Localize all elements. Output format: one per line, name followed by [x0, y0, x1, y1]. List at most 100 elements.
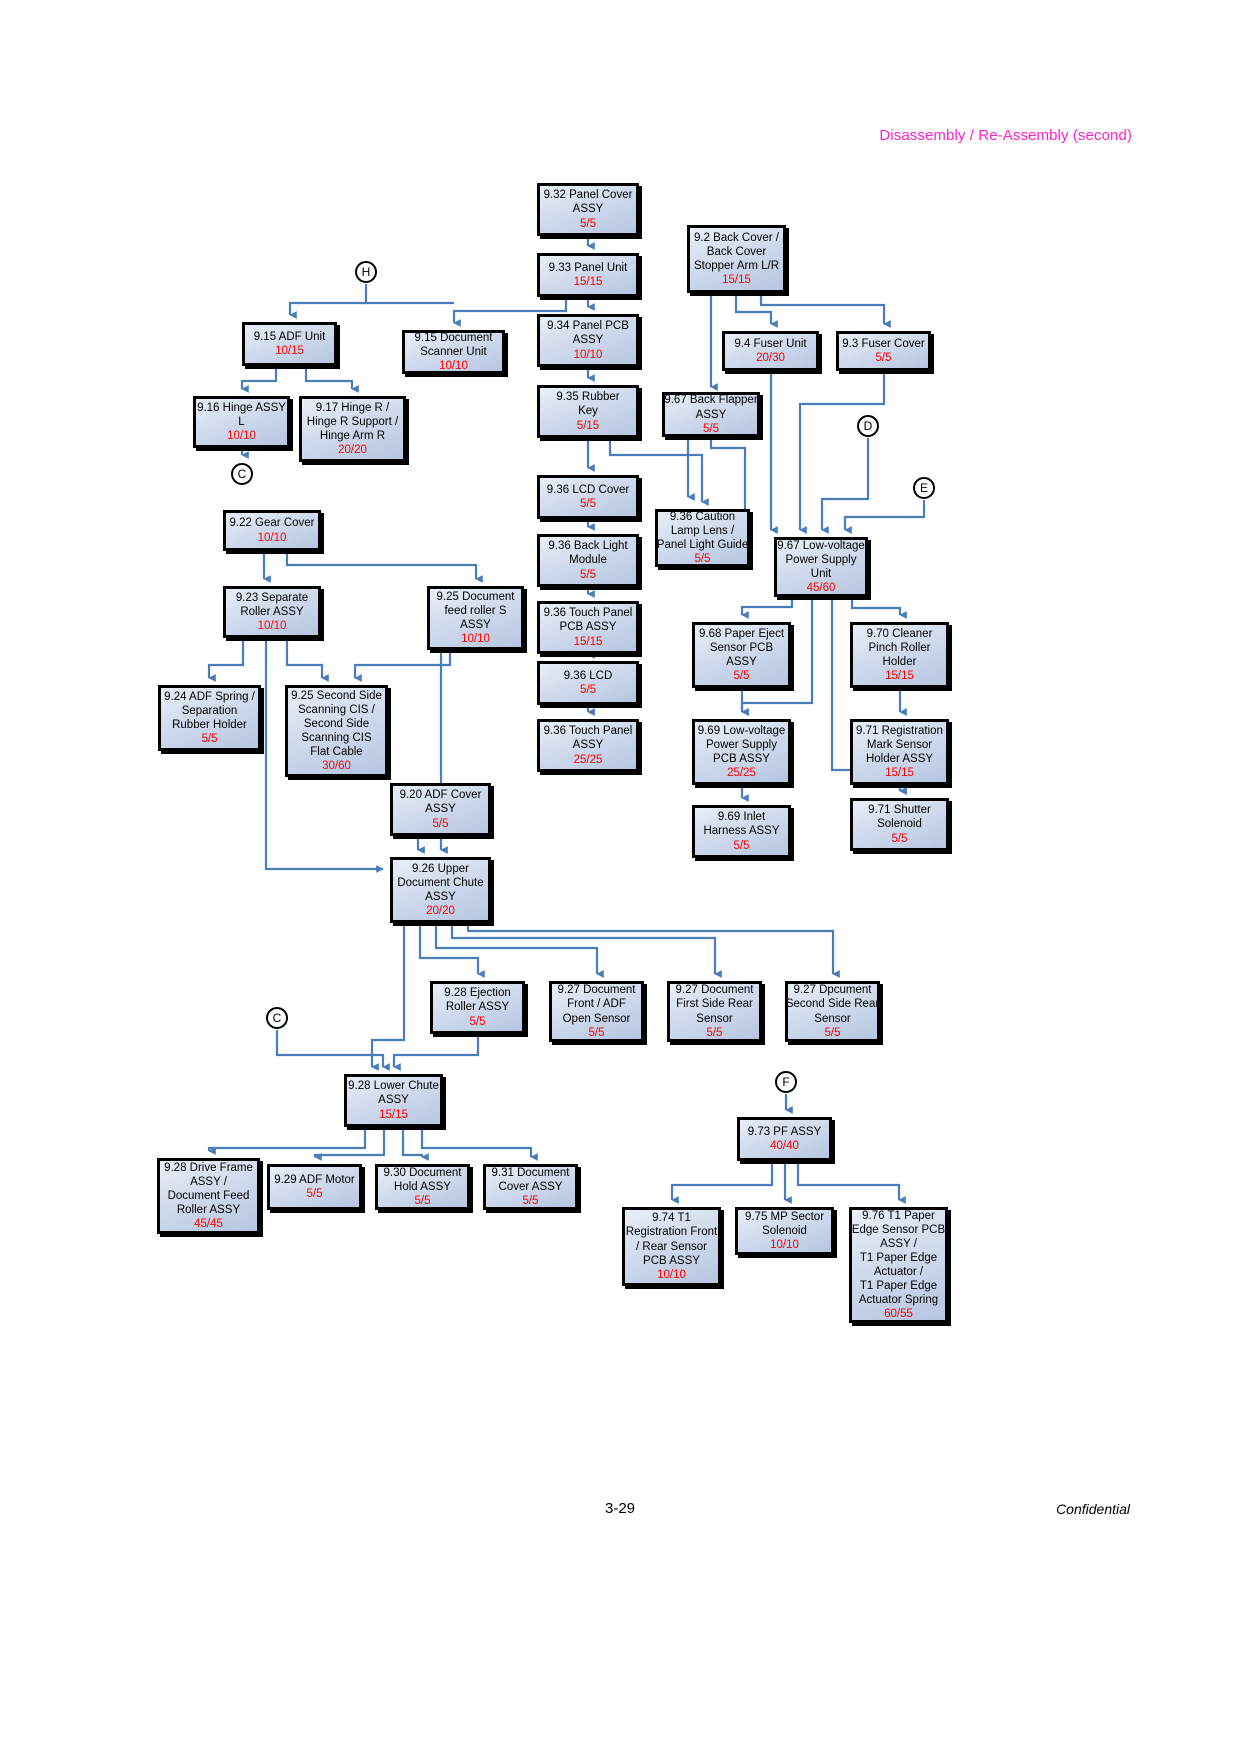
node-label-line: 9.25 Second Side	[291, 689, 382, 702]
connector-circle-C_top[interactable]: C	[231, 463, 253, 485]
node-label-line: 9.36 Back Light	[548, 540, 628, 553]
node-n92[interactable]: 9.2 Back Cover / Back Cover Stopper Arm L/…	[687, 225, 786, 293]
node-label-line: Roller ASSY	[176, 1204, 241, 1217]
node-label-line: 9.36 Caution	[669, 510, 736, 523]
node-n925doc[interactable]: 9.25 Document feed roller S ASSY 10/10	[427, 586, 524, 650]
node-label-line: 9.71 Shutter	[868, 804, 931, 817]
node-n935[interactable]: 9.35 Rubber Key 5/15	[537, 385, 639, 438]
node-n929[interactable]: 9.29 ADF Motor 5/5	[267, 1164, 362, 1210]
node-n927fr[interactable]: 9.27 Document Front / ADF Open Sensor 5/5	[549, 981, 644, 1042]
node-quantity: 5/5	[580, 568, 596, 581]
node-n916[interactable]: 9.16 Hinge ASSY L 10/10	[193, 396, 290, 448]
node-n928lc[interactable]: 9.28 Lower Chute ASSY 15/15	[344, 1074, 443, 1127]
node-quantity: 5/5	[891, 832, 908, 845]
node-label-line: 9.23 Separate	[235, 591, 309, 604]
node-label-line: Actuator /	[873, 1266, 924, 1278]
node-n936lcdc[interactable]: 9.36 LCD Cover 5/5	[537, 475, 639, 519]
connector-circle-H[interactable]: H	[355, 261, 377, 283]
node-n968[interactable]: 9.68 Paper Eject Sensor PCB ASSY 5/5	[692, 622, 791, 688]
node-n915doc[interactable]: 9.15 Document Scanner Unit 10/10	[402, 330, 505, 374]
node-n974[interactable]: 9.74 T1 Registration Front / Rear Sensor PC…	[622, 1207, 721, 1286]
node-n920[interactable]: 9.20 ADF Cover ASSY 5/5	[390, 783, 491, 836]
node-n936tp[interactable]: 9.36 Touch Panel PCB ASSY 15/15	[537, 601, 639, 654]
node-label-line: PCB ASSY	[643, 1254, 700, 1267]
node-quantity: 5/5	[522, 1195, 539, 1208]
node-n936cl[interactable]: 9.36 Caution Lamp Lens / Panel Light Guide…	[655, 509, 750, 567]
connector-circle-D[interactable]: D	[857, 415, 879, 437]
node-n923[interactable]: 9.23 Separate Roller ASSY 10/10	[223, 586, 321, 638]
node-quantity: 15/15	[573, 635, 603, 648]
node-n973[interactable]: 9.73 PF ASSY 40/40	[737, 1117, 832, 1161]
node-label-line: 9.35 Rubber	[556, 391, 620, 404]
node-n926[interactable]: 9.26 Upper Document Chute ASSY 20/20	[390, 857, 491, 923]
node-label-line: 9.15 Document	[414, 331, 493, 344]
node-label-line: Actuator Spring	[858, 1294, 939, 1307]
node-label-line: 9.24 ADF Spring /	[164, 690, 255, 703]
node-n930[interactable]: 9.30 Document Hold ASSY 5/5	[375, 1164, 470, 1210]
node-n917[interactable]: 9.17 Hinge R / Hinge R Support / Hinge Arm…	[299, 396, 406, 462]
node-label-line: 9.32 Panel Cover	[543, 189, 633, 202]
node-label-line: 9.17 Hinge R /	[315, 401, 390, 414]
node-n932[interactable]: 9.32 Panel Cover ASSY 5/5	[537, 183, 639, 236]
node-label-line: Scanning CIS /	[298, 703, 375, 716]
node-n969inl[interactable]: 9.69 Inlet Harness ASSY 5/5	[692, 805, 791, 858]
node-label-line: Hinge Arm R	[319, 430, 386, 442]
node-label-line: Hinge R Support /	[306, 415, 399, 428]
connector-circle-E[interactable]: E	[913, 477, 935, 499]
node-n936bl[interactable]: 9.36 Back Light Module 5/5	[537, 534, 639, 587]
node-n924[interactable]: 9.24 ADF Spring / Separation Rubber Holder…	[158, 685, 261, 751]
node-n976[interactable]: 9.76 T1 Paper Edge Sensor PCB ASSY / T1 Pap…	[849, 1207, 948, 1323]
node-label-line: 9.26 Upper	[412, 862, 469, 875]
node-label-line: 9.36 Touch Panel	[543, 725, 633, 738]
node-n922[interactable]: 9.22 Gear Cover 10/10	[223, 510, 321, 551]
node-quantity: 10/10	[461, 633, 490, 646]
node-quantity: 5/5	[580, 498, 596, 510]
node-quantity: 10/10	[573, 348, 603, 361]
node-quantity: 5/5	[733, 670, 750, 683]
node-n975[interactable]: 9.75 MP Sector Solenoid 10/10	[735, 1207, 834, 1255]
node-n971reg[interactable]: 9.71 Registration Mark Sensor Holder ASSY 1…	[850, 719, 949, 785]
node-n93[interactable]: 9.3 Fuser Cover 5/5	[836, 331, 931, 371]
node-label-line: 9.36 LCD Cover	[546, 483, 630, 496]
node-n927ss[interactable]: 9.27 Dpcument Second Side Rear Sensor 5/5	[785, 981, 880, 1042]
node-n94[interactable]: 9.4 Fuser Unit 20/30	[722, 331, 819, 371]
node-n933[interactable]: 9.33 Panel Unit 15/15	[537, 253, 639, 297]
node-n931[interactable]: 9.31 Document Cover ASSY 5/5	[483, 1164, 578, 1210]
node-n934[interactable]: 9.34 Panel PCB ASSY 10/10	[537, 314, 639, 367]
node-n915adf[interactable]: 9.15 ADF Unit 10/15	[242, 322, 337, 366]
node-label-line: 9.27 Document	[675, 984, 754, 997]
node-n970[interactable]: 9.70 Cleaner Pinch Roller Holder 15/15	[850, 622, 949, 688]
node-label-line: Mark Sensor	[866, 738, 933, 751]
node-n936tpa[interactable]: 9.36 Touch Panel ASSY 25/25	[537, 719, 639, 772]
node-n928df[interactable]: 9.28 Drive Frame ASSY / Document Feed Rolle…	[157, 1158, 260, 1234]
node-label-line: 9.22 Gear Cover	[229, 517, 315, 530]
node-label-line: 9.75 MP Sector	[744, 1210, 825, 1223]
node-n971sh[interactable]: 9.71 Shutter Solenoid 5/5	[850, 798, 949, 851]
node-label-line: ASSY	[572, 334, 604, 347]
node-label-line: T1 Paper Edge	[859, 1280, 938, 1293]
node-n967bf[interactable]: 9.67 Back Flapper ASSY 5/5	[662, 392, 760, 437]
node-n969lv[interactable]: 9.69 Low-voltage Power Supply PCB ASSY 25/2…	[692, 719, 791, 785]
node-quantity: 60/55	[884, 1308, 913, 1321]
node-label-line: 9.74 T1	[652, 1212, 691, 1225]
node-n928ej[interactable]: 9.28 Ejection Roller ASSY 5/5	[430, 981, 525, 1034]
node-quantity: 5/5	[306, 1188, 323, 1200]
node-label-line: First Side Rear	[676, 998, 753, 1011]
node-label-line: 9.2 Back Cover /	[693, 231, 779, 244]
node-label-line: Power Supply	[785, 553, 857, 566]
node-quantity: 10/10	[257, 531, 287, 544]
node-label-line: Separation	[181, 704, 238, 717]
connector-circle-C_low[interactable]: C	[266, 1007, 288, 1029]
node-label-line: 9.4 Fuser Unit	[734, 337, 807, 350]
node-label-line: Second Side Rear	[785, 998, 880, 1011]
node-n967lv[interactable]: 9.67 Low-voltage Power Supply Unit 45/60	[774, 537, 868, 597]
node-n927fs[interactable]: 9.27 Document First Side Rear Sensor 5/5	[667, 981, 762, 1042]
node-label-line: Flat Cable	[310, 746, 363, 759]
node-label-line: 9.27 Document	[557, 984, 636, 997]
node-label-line: ASSY	[695, 408, 727, 421]
node-label-line: ASSY	[726, 656, 757, 668]
node-n936lcd[interactable]: 9.36 LCD 5/5	[537, 661, 639, 705]
connector-circle-F[interactable]: F	[775, 1071, 797, 1093]
node-n925ss[interactable]: 9.25 Second Side Scanning CIS / Second Sid…	[285, 685, 388, 777]
node-quantity: 5/5	[706, 1026, 723, 1039]
